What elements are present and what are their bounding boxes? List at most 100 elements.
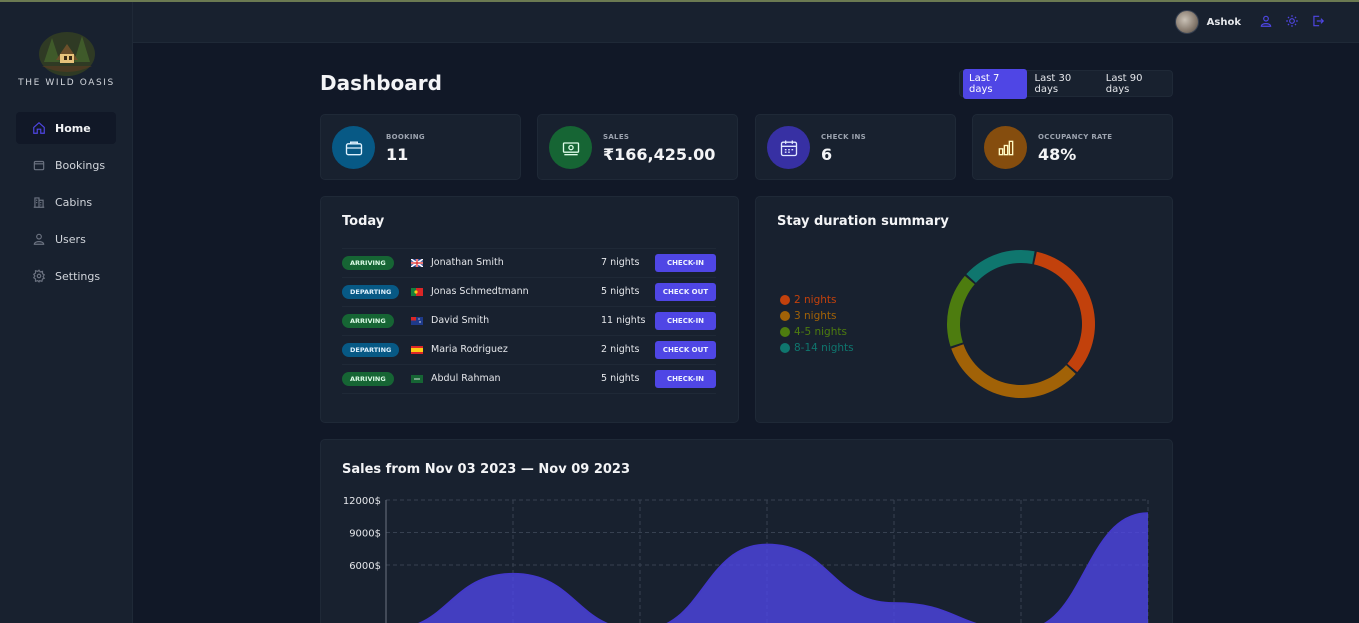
check-out-button[interactable]: CHECK OUT bbox=[655, 341, 716, 359]
sidebar-item-home[interactable]: Home bbox=[16, 112, 116, 144]
filter-last-90-days[interactable]: Last 90 days bbox=[1100, 69, 1169, 99]
check-in-button[interactable]: CHECK-IN bbox=[655, 254, 716, 272]
list-item: DEPARTING Jonas Schmedtmann 5 nights CHE… bbox=[342, 278, 716, 307]
sidebar-item-label: Cabins bbox=[55, 195, 93, 209]
gear-icon bbox=[32, 269, 46, 283]
donut-slice[interactable] bbox=[947, 275, 975, 347]
flag-pt-icon bbox=[411, 288, 423, 296]
check-in-button[interactable]: CHECK-IN bbox=[655, 370, 716, 388]
header-actions bbox=[1259, 14, 1325, 28]
filter-last-30-days[interactable]: Last 30 days bbox=[1029, 69, 1098, 99]
stat-card-sales: SALES ₹166,425.00 bbox=[537, 114, 738, 180]
home-icon bbox=[32, 121, 46, 135]
donut-slice[interactable] bbox=[951, 344, 1076, 398]
y-tick-label: 12000$ bbox=[343, 496, 381, 507]
guest-name: Jonas Schmedtmann bbox=[431, 286, 529, 297]
list-item: DEPARTING Maria Rodriguez 2 nights CHECK… bbox=[342, 336, 716, 365]
calendar-icon bbox=[32, 158, 46, 172]
sidebar-item-settings[interactable]: Settings bbox=[16, 260, 116, 292]
nights-count: 7 nights bbox=[601, 257, 640, 268]
stat-label: CHECK INS bbox=[821, 133, 866, 141]
stay-duration-title: Stay duration summary bbox=[777, 214, 949, 229]
status-badge: ARRIVING bbox=[342, 256, 394, 270]
stat-card-check-ins: CHECK INS 6 bbox=[755, 114, 956, 180]
stat-label: BOOKING bbox=[386, 133, 425, 141]
nights-count: 5 nights bbox=[601, 286, 640, 297]
list-item: ARRIVING Abdul Rahman 5 nights CHECK-IN bbox=[342, 365, 716, 394]
legend-dot bbox=[780, 343, 790, 353]
stay-duration-donut bbox=[947, 250, 1095, 398]
status-badge: DEPARTING bbox=[342, 343, 400, 357]
page-title: Dashboard bbox=[320, 71, 442, 95]
guest-name: David Smith bbox=[431, 315, 490, 326]
legend-label: 2 nights bbox=[794, 294, 837, 306]
chart-bar-icon bbox=[984, 126, 1027, 169]
sales-area-chart: 12000$ 9000$ 6000$ bbox=[343, 496, 1149, 623]
sidebar-item-bookings[interactable]: Bookings bbox=[16, 149, 116, 181]
legend-dot bbox=[780, 327, 790, 337]
legend-label: 4-5 nights bbox=[794, 326, 847, 338]
logo bbox=[36, 24, 98, 78]
legend-dot bbox=[780, 311, 790, 321]
stat-value: 11 bbox=[386, 145, 409, 164]
check-in-button[interactable]: CHECK-IN bbox=[655, 312, 716, 330]
today-panel: Today ARRIVING Jonathan Smith 7 nights C… bbox=[320, 196, 739, 423]
sidebar-item-label: Bookings bbox=[55, 158, 106, 172]
avatar bbox=[1174, 10, 1199, 34]
guest-name: Abdul Rahman bbox=[431, 373, 501, 384]
brand-name: THE WILD OASIS bbox=[18, 78, 115, 88]
check-out-button[interactable]: CHECK OUT bbox=[655, 283, 716, 301]
user-icon bbox=[32, 232, 46, 246]
logout-icon[interactable] bbox=[1311, 14, 1325, 28]
status-badge: ARRIVING bbox=[342, 314, 394, 328]
chart-legend: 2 nights 3 nights 4-5 nights 8-14 nights bbox=[780, 292, 854, 356]
stat-card-booking: BOOKING 11 bbox=[320, 114, 521, 180]
nights-count: 11 nights bbox=[601, 315, 646, 326]
date-filter: Last 7 days Last 30 days Last 90 days bbox=[959, 68, 1173, 99]
account-icon[interactable] bbox=[1259, 14, 1273, 28]
stay-duration-panel: Stay duration summary 2 nights 3 nights 4-… bbox=[755, 196, 1173, 423]
sales-panel: Sales from Nov 03 2023 — Nov 09 2023 120… bbox=[320, 439, 1173, 623]
today-list: ARRIVING Jonathan Smith 7 nights CHECK-I… bbox=[342, 248, 716, 394]
sidebar-item-users[interactable]: Users bbox=[16, 223, 116, 255]
stat-card-occupancy: OCCUPANCY RATE 48% bbox=[972, 114, 1173, 180]
legend-label: 8-14 nights bbox=[794, 342, 854, 354]
legend-label: 3 nights bbox=[794, 310, 837, 322]
stat-value: ₹166,425.00 bbox=[603, 145, 716, 164]
list-item: ARRIVING Jonathan Smith 7 nights CHECK-I… bbox=[342, 249, 716, 278]
legend-item: 8-14 nights bbox=[780, 340, 854, 356]
flag-sa-icon bbox=[411, 375, 423, 383]
top-header: Ashok bbox=[133, 2, 1359, 43]
stat-label: SALES bbox=[603, 133, 630, 141]
sun-icon[interactable] bbox=[1285, 14, 1299, 28]
list-item: ARRIVING David Smith 11 nights CHECK-IN bbox=[342, 307, 716, 336]
sidebar-item-cabins[interactable]: Cabins bbox=[16, 186, 116, 218]
flag-uk-icon bbox=[411, 259, 423, 267]
y-tick-label: 6000$ bbox=[349, 561, 381, 572]
sidebar-item-label: Settings bbox=[55, 269, 101, 283]
donut-slice[interactable] bbox=[966, 250, 1035, 283]
status-badge: DEPARTING bbox=[342, 285, 400, 299]
legend-item: 3 nights bbox=[780, 308, 854, 324]
status-badge: ARRIVING bbox=[342, 372, 394, 386]
sidebar: THE WILD OASIS Home Bookings Cabins User… bbox=[0, 2, 133, 623]
briefcase-icon bbox=[332, 126, 375, 169]
donut-slice[interactable] bbox=[1034, 251, 1095, 373]
guest-name: Jonathan Smith bbox=[431, 257, 504, 268]
nights-count: 2 nights bbox=[601, 344, 640, 355]
user-name: Ashok bbox=[1206, 16, 1241, 28]
filter-last-7-days[interactable]: Last 7 days bbox=[963, 68, 1027, 99]
nights-count: 5 nights bbox=[601, 373, 640, 384]
guest-name: Maria Rodriguez bbox=[431, 344, 508, 355]
user-profile[interactable]: Ashok bbox=[1174, 10, 1241, 34]
legend-item: 4-5 nights bbox=[780, 324, 854, 340]
y-tick-label: 9000$ bbox=[349, 529, 381, 540]
banknotes-icon bbox=[549, 126, 592, 169]
sidebar-item-label: Users bbox=[55, 232, 86, 246]
flag-es-icon bbox=[411, 346, 423, 354]
legend-dot bbox=[780, 295, 790, 305]
flag-au-icon bbox=[411, 317, 423, 325]
calendar-days-icon bbox=[767, 126, 810, 169]
stat-value: 6 bbox=[821, 145, 833, 164]
sidebar-nav: Home Bookings Cabins Users Settings bbox=[16, 112, 116, 297]
